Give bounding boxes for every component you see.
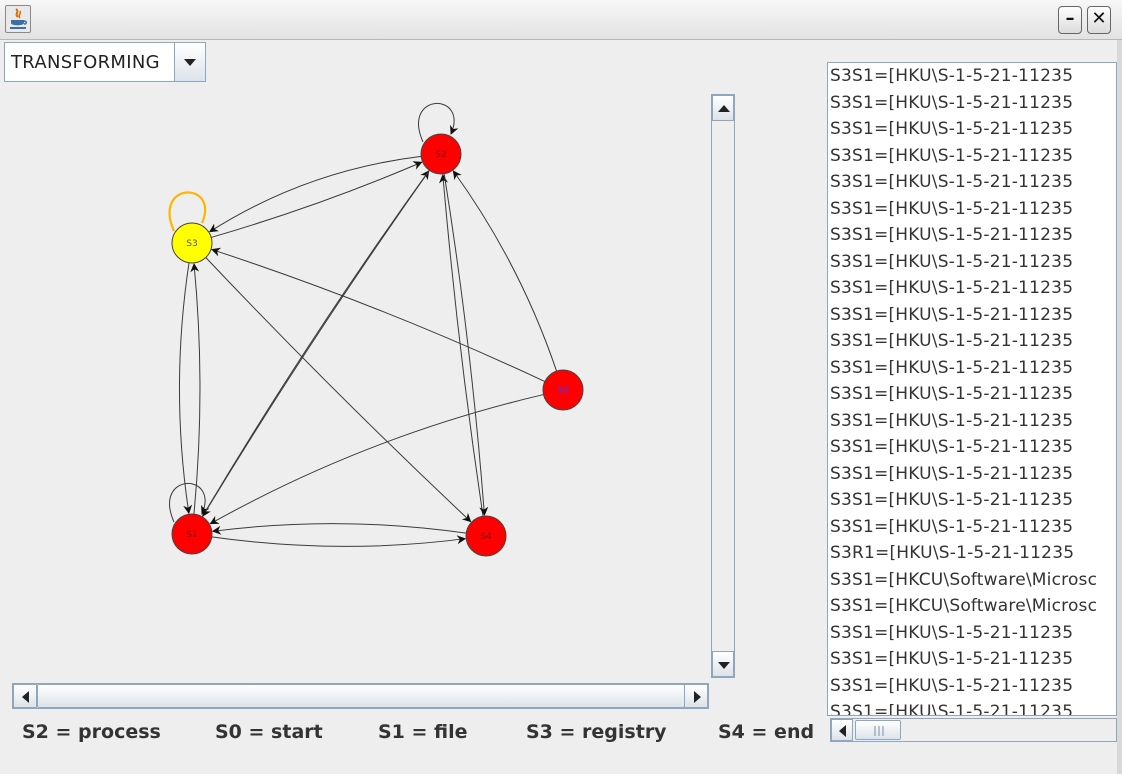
arrow-left-icon — [22, 691, 29, 703]
graph-edge-s1-s4 — [211, 535, 467, 547]
minimize-button[interactable]: – — [1058, 6, 1082, 34]
java-app-icon — [5, 5, 31, 33]
event-log-list[interactable]: S3S1=[HKU\S-1-5-21-11235 S3S1=[HKU\S-1-5-… — [827, 62, 1117, 716]
log-line[interactable]: S3S1=[HKU\S-1-5-21-11235 — [828, 514, 1116, 541]
graph-node-label: S3 — [186, 239, 197, 249]
arrow-right-icon — [694, 691, 701, 703]
log-line[interactable]: S3S1=[HKU\S-1-5-21-11235 — [828, 196, 1116, 223]
log-line[interactable]: S3S1=[HKU\S-1-5-21-11235 — [828, 63, 1116, 90]
mode-dropdown[interactable]: TRANSFORMING — [4, 42, 206, 82]
log-line[interactable]: S3S1=[HKU\S-1-5-21-11235 — [828, 381, 1116, 408]
window-titlebar[interactable]: – ✕ — [0, 0, 1122, 40]
window-right-edge — [1117, 40, 1122, 774]
graph-node-s2[interactable]: S2 — [420, 133, 462, 175]
arrow-left-icon — [839, 725, 846, 737]
graph-node-s4[interactable]: S4 — [465, 515, 507, 557]
graph-edge-s0-s2 — [452, 170, 558, 372]
log-line[interactable]: S3S1=[HKU\S-1-5-21-11235 — [828, 673, 1116, 700]
log-line[interactable]: S3S1=[HKU\S-1-5-21-11235 — [828, 487, 1116, 514]
log-line[interactable]: S3S1=[HKU\S-1-5-21-11235 — [828, 302, 1116, 329]
graph-edge-s2-s1 — [202, 170, 430, 517]
graph-horizontal-scrollbar[interactable] — [12, 683, 709, 709]
log-line[interactable]: S3S1=[HKU\S-1-5-21-11235 — [828, 275, 1116, 302]
legend-item-start: S0 = start — [215, 721, 323, 743]
state-graph-panel[interactable]: S2 S3 S0 S1 S4 — [0, 84, 706, 680]
log-line[interactable]: S3S1=[HKU\S-1-5-21-11235 — [828, 408, 1116, 435]
log-line[interactable]: S3S1=[HKU\S-1-5-21-11235 — [828, 116, 1116, 143]
log-horizontal-scrollbar[interactable] — [830, 718, 1117, 742]
graph-edge-s3-s4 — [205, 257, 472, 523]
log-line[interactable]: S3S1=[HKU\S-1-5-21-11235 — [828, 620, 1116, 647]
graph-edge-s2-s4 — [443, 173, 489, 516]
graph-edge-s4-s1 — [211, 523, 467, 535]
chevron-down-icon — [184, 59, 196, 66]
legend-item-file: S1 = file — [378, 721, 468, 743]
log-line[interactable]: S3S1=[HKU\S-1-5-21-11235 — [828, 355, 1116, 382]
log-line[interactable]: S3S1=[HKU\S-1-5-21-11235 — [828, 222, 1116, 249]
log-line[interactable]: S3S1=[HKU\S-1-5-21-11235 — [828, 169, 1116, 196]
scroll-thumb[interactable] — [37, 684, 685, 708]
graph-edge-s1-s3 — [190, 263, 201, 515]
graph-edge-s4-s2 — [439, 174, 484, 517]
arrow-down-icon — [718, 662, 730, 669]
log-line[interactable]: S3S1=[HKU\S-1-5-21-11235 — [828, 143, 1116, 170]
close-button[interactable]: ✕ — [1087, 6, 1111, 34]
graph-node-label: S0 — [557, 386, 569, 396]
scroll-left-button[interactable] — [13, 684, 37, 708]
graph-vertical-scrollbar[interactable] — [711, 94, 735, 678]
graph-node-label: S4 — [480, 532, 492, 542]
dropdown-arrow-button[interactable] — [174, 43, 205, 81]
arrow-up-icon — [718, 105, 730, 112]
graph-node-label: S1 — [186, 530, 197, 540]
graph-edge-s0-s1 — [209, 394, 544, 525]
legend-item-registry: S3 = registry — [526, 721, 667, 743]
log-line[interactable]: S3S1=[HKCU\Software\Microsc — [828, 593, 1116, 620]
log-line[interactable]: S3S1=[HKU\S-1-5-21-11235 — [828, 699, 1116, 715]
scroll-up-button[interactable] — [712, 95, 734, 121]
log-line[interactable]: S3S1=[HKU\S-1-5-21-11235 — [828, 328, 1116, 355]
state-graph: S2 S3 S0 S1 S4 — [168, 102, 584, 557]
grip-icon — [874, 726, 884, 736]
graph-edge-s2-s3 — [208, 155, 422, 233]
legend-item-process: S2 = process — [22, 721, 161, 743]
scroll-right-button[interactable] — [684, 684, 708, 708]
log-line[interactable]: S3S1=[HKU\S-1-5-21-11235 — [828, 461, 1116, 488]
mode-dropdown-value: TRANSFORMING — [11, 52, 160, 73]
log-line[interactable]: S3S1=[HKU\S-1-5-21-11235 — [828, 90, 1116, 117]
scroll-down-button[interactable] — [712, 651, 734, 677]
log-line[interactable]: S3S1=[HKU\S-1-5-21-11235 — [828, 646, 1116, 673]
graph-edge-s1-s2 — [201, 170, 430, 518]
graph-node-s3[interactable]: S3 — [171, 222, 213, 264]
log-scroll-left-button[interactable] — [831, 719, 853, 741]
log-line[interactable]: S3S1=[HKU\S-1-5-21-11235 — [828, 434, 1116, 461]
log-line[interactable]: S3S1=[HKCU\Software\Microsc — [828, 567, 1116, 594]
graph-edge-s3-s1 — [178, 262, 193, 515]
graph-node-s0[interactable]: S0 — [542, 369, 584, 411]
graph-node-s1[interactable]: S1 — [171, 513, 213, 555]
log-scroll-thumb[interactable] — [855, 720, 901, 740]
log-line[interactable]: S3S1=[HKU\S-1-5-21-11235 — [828, 249, 1116, 276]
log-line[interactable]: S3R1=[HKU\S-1-5-21-11235 — [828, 540, 1116, 567]
legend-item-end: S4 = end — [718, 721, 815, 743]
graph-node-label: S2 — [435, 150, 446, 160]
